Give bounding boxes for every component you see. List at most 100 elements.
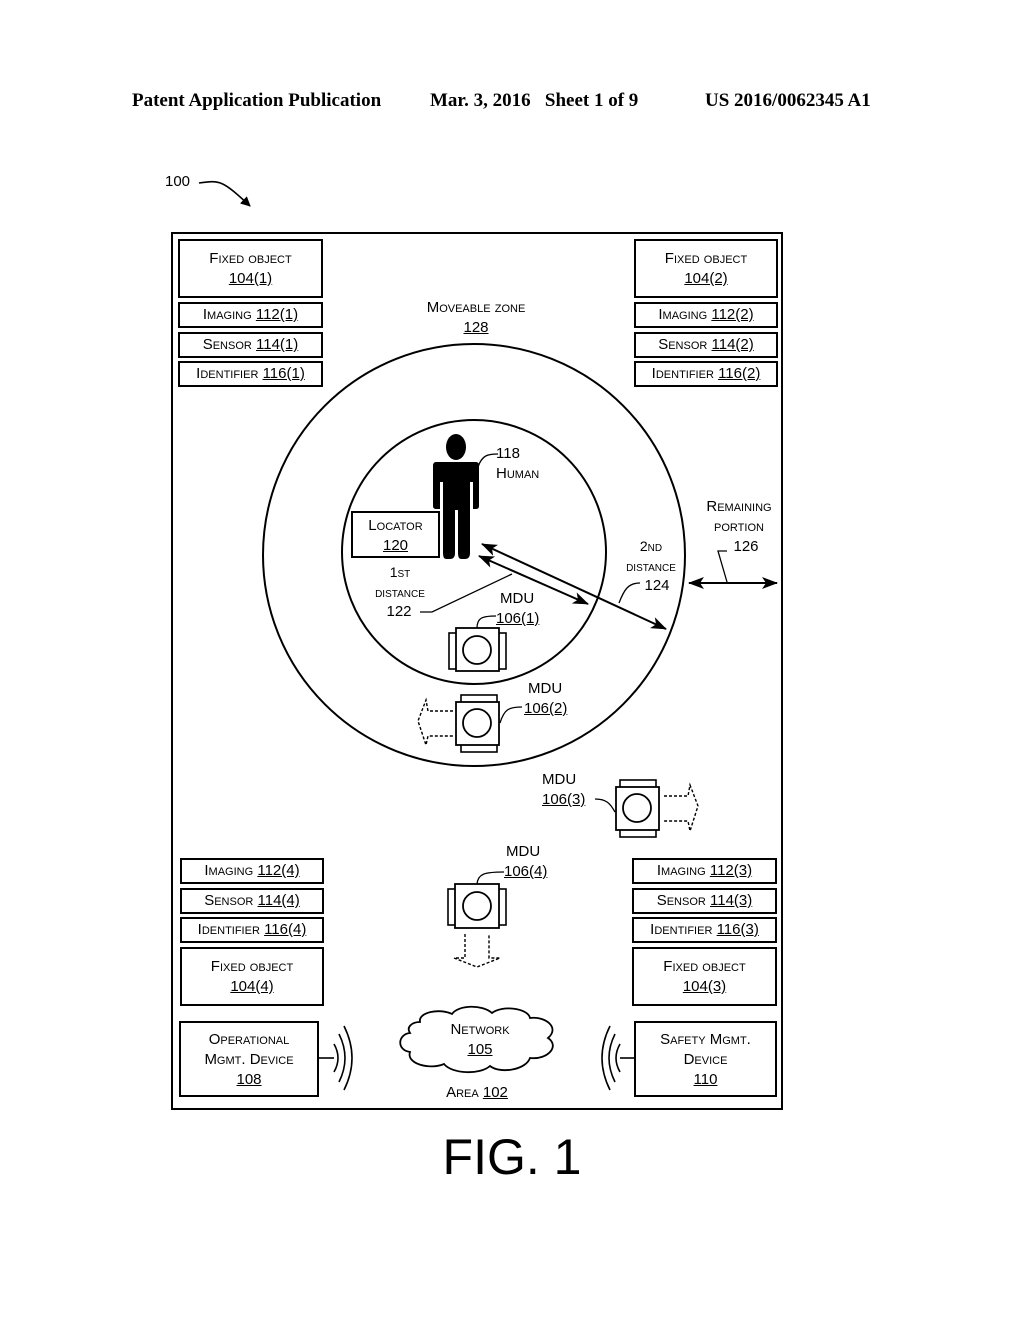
mdu-label: MDU [528,680,563,697]
locator-label: Locator [368,517,423,534]
sensor-114-3: Sensor 114(3) [632,888,777,914]
mdu-106-1-leader-line [476,615,497,629]
network-label: Network 105 [440,1020,520,1060]
identifier-number: 116(1) [262,365,305,382]
imaging-number: 112(3) [709,862,753,879]
mdu-label: MDU [506,843,541,860]
mdu-label: MDU [542,771,577,788]
remaining-portion-text-1: Remaining [706,498,772,515]
identifier-116-2: Identifier 116(2) [634,361,778,387]
remaining-portion-number: 126 [733,538,759,555]
second-distance-text: distance [626,558,676,574]
safety-mgmt-device-110: Safety Mgmt. Device 110 [634,1021,777,1097]
remaining-portion-label: Remaining portion 126 [694,497,784,557]
identifier-number: 116(2) [718,365,761,382]
reference-leader-arrow [198,180,251,207]
imaging-number: 112(2) [711,306,754,323]
sensor-label: Sensor [202,336,252,353]
imaging-112-1: Imaging 112(1) [178,302,323,328]
safety-device-number: 110 [693,1071,718,1088]
fixed-object-number: 104(3) [682,978,727,995]
imaging-number: 112(1) [255,306,299,323]
first-distance-ordinal: 1st [389,564,411,580]
sensor-114-2: Sensor 114(2) [634,332,778,358]
sensor-label: Sensor [204,892,254,909]
moveable-zone-label: Moveable zone 128 [400,298,552,338]
mdu-106-1-label: MDU 106(1) [496,589,539,629]
sensor-number: 114(4) [257,892,300,909]
fixed-object-label: Fixed object [209,250,292,267]
sensor-114-4: Sensor 114(4) [180,888,324,914]
safety-device-wireless-icon [601,1025,636,1091]
fixed-object-number: 104(1) [228,270,273,287]
mdu-106-4-label: MDU 106(4) [504,842,547,882]
operational-device-text-2: Mgmt. Device [204,1051,294,1068]
second-distance-ordinal: 2nd [639,538,663,554]
imaging-label: Imaging [658,306,708,323]
figure-reference-number: 100 [165,173,191,190]
mdu-106-3-icon [615,779,660,838]
sensor-number: 114(1) [256,336,299,353]
mdu-106-3-label: MDU 106(3) [542,770,585,810]
locator-120: Locator 120 [351,511,440,558]
mdu-number: 106(2) [524,700,568,717]
area-number: 102 [482,1084,508,1101]
second-distance-number: 124 [644,577,670,594]
first-distance-label: 1st distance 122 [360,562,440,622]
identifier-116-1: Identifier 116(1) [178,361,323,387]
fixed-object-104-3: Fixed object 104(3) [632,947,777,1006]
operational-device-number: 108 [236,1071,262,1088]
mdu-106-4-icon [447,883,507,929]
mdu-106-2-label: MDU 106(2) [524,679,567,719]
sensor-label: Sensor [658,336,708,353]
area-label: Area 102 [434,1083,520,1103]
mdu-106-1-icon [448,627,507,672]
human-number: 118 [496,445,520,462]
fixed-object-number: 104(4) [230,978,274,995]
remaining-portion-text-2: portion [714,518,764,535]
mdu-106-4-motion-arrow [453,934,501,968]
second-distance-label: 2nd distance 124 [612,536,690,596]
identifier-number: 116(4) [264,921,307,938]
first-distance-text: distance [375,584,425,600]
human-text: Human [496,465,540,482]
system-diagram [171,180,783,1110]
identifier-116-4: Identifier 116(4) [180,917,324,943]
mdu-label: MDU [500,590,535,607]
mdu-number: 106(1) [496,610,540,627]
operational-device-wireless-icon [318,1025,353,1091]
identifier-label: Identifier [197,921,260,938]
network-number: 105 [467,1041,493,1058]
human-leader-line [477,453,499,468]
mdu-106-3-motion-arrow [664,782,699,834]
network-text: Network [450,1021,510,1038]
sensor-number: 114(3) [710,892,753,909]
fixed-object-number: 104(2) [684,270,728,287]
imaging-112-4: Imaging 112(4) [180,858,324,884]
mdu-106-2-leader-line [499,706,523,724]
operational-device-text-1: Operational [208,1031,290,1048]
fixed-object-label: Fixed object [210,958,294,975]
operational-mgmt-device-108: Operational Mgmt. Device 108 [179,1021,319,1097]
mdu-106-2-motion-arrow [417,697,453,748]
mdu-number: 106(4) [504,863,548,880]
fixed-object-104-2: Fixed object 104(2) [634,239,778,298]
mdu-number: 106(3) [542,791,586,808]
identifier-116-3: Identifier 116(3) [632,917,777,943]
imaging-number: 112(4) [257,862,300,879]
safety-device-text-1: Safety Mgmt. [660,1031,751,1048]
figure-caption: FIG. 1 [442,1129,582,1185]
area-text: Area [446,1084,479,1101]
imaging-label: Imaging [656,862,706,879]
imaging-112-3: Imaging 112(3) [632,858,777,884]
identifier-label: Identifier [651,365,714,382]
identifier-label: Identifier [196,365,259,382]
mdu-106-2-icon [455,694,500,753]
mdu-106-3-leader-line [594,798,616,813]
fixed-object-label: Fixed object [663,958,746,975]
safety-device-text-2: Device [683,1051,728,1068]
fixed-object-104-1: Fixed object 104(1) [178,239,323,298]
sensor-label: Sensor [656,892,706,909]
moveable-zone-number: 128 [463,319,489,336]
fixed-object-104-4: Fixed object 104(4) [180,947,324,1006]
